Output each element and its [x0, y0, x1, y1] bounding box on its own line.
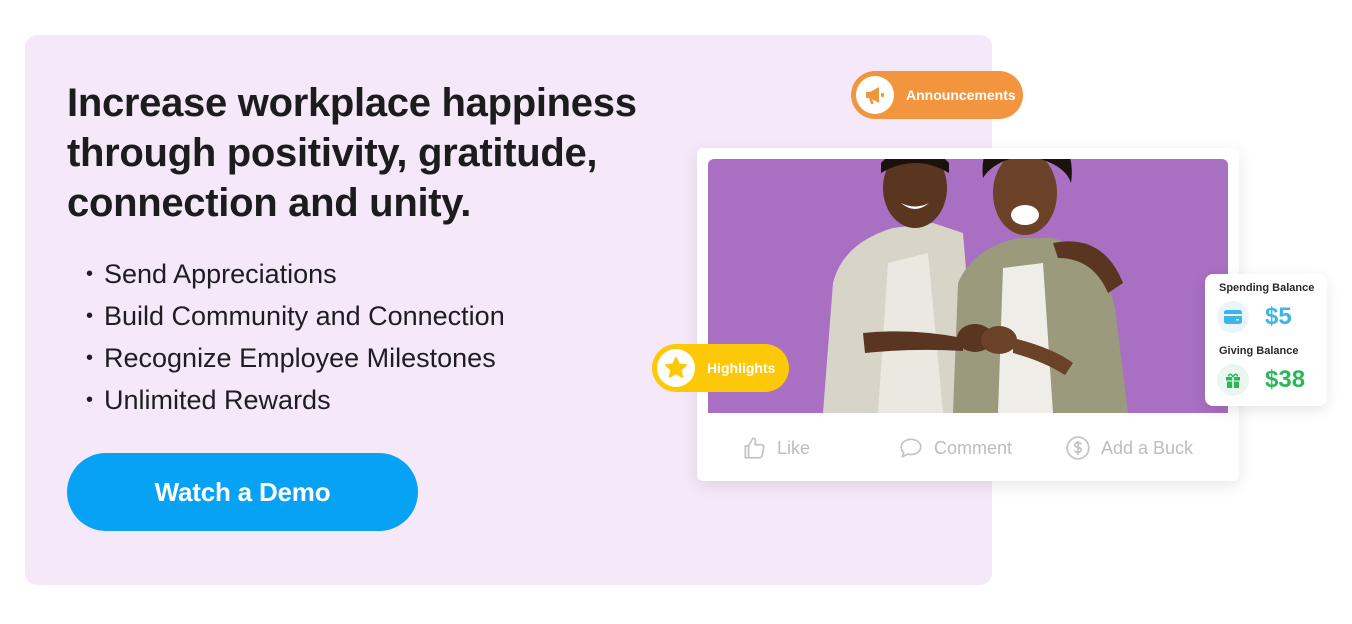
highlights-badge: Highlights: [652, 344, 789, 392]
feature-item: • Recognize Employee Milestones: [86, 337, 505, 379]
spending-balance-label: Spending Balance: [1219, 282, 1315, 294]
post-card: Like Comment Add a Buck: [697, 148, 1239, 481]
feature-label: Send Appreciations: [104, 259, 337, 289]
feature-item: • Unlimited Rewards: [86, 379, 505, 421]
announcements-label: Announcements: [906, 87, 1016, 103]
feature-label: Build Community and Connection: [104, 301, 505, 331]
balance-widget: Spending Balance $5 Giving Balance $38: [1205, 274, 1327, 406]
megaphone-icon: [866, 87, 884, 104]
hero-headline: Increase workplace happiness through pos…: [67, 81, 637, 225]
feature-label: Recognize Employee Milestones: [104, 343, 496, 373]
credit-card-icon: [1224, 310, 1242, 324]
giving-balance-label: Giving Balance: [1219, 345, 1299, 357]
badge-icon-circle: [657, 349, 695, 387]
bullet: •: [86, 389, 94, 411]
dollar-circle-icon: [1066, 436, 1090, 460]
comment-label: Comment: [934, 437, 1013, 458]
gift-icon: [1226, 373, 1240, 388]
spending-balance-amount: $5: [1265, 303, 1292, 330]
bullet: •: [86, 263, 94, 285]
feature-item: • Send Appreciations: [86, 253, 505, 295]
giving-icon-wrap: [1217, 364, 1249, 396]
announcements-badge: Announcements: [851, 71, 1023, 119]
add-a-buck-button[interactable]: Add a Buck: [1065, 435, 1193, 461]
like-button[interactable]: Like: [741, 435, 810, 461]
bullet: •: [86, 305, 94, 327]
feature-list: • Send Appreciations • Build Community and…: [86, 253, 505, 421]
comment-icon: [900, 438, 922, 458]
watch-demo-button[interactable]: Watch a Demo: [67, 453, 418, 531]
comment-button[interactable]: Comment: [898, 435, 1012, 461]
giving-balance-amount: $38: [1265, 366, 1306, 393]
feature-item: • Build Community and Connection: [86, 295, 505, 337]
post-actions: Like Comment Add a Buck: [697, 413, 1239, 481]
people-photo-illustration: [823, 159, 1128, 413]
feature-label: Unlimited Rewards: [104, 385, 331, 415]
thumbs-up-icon: [744, 437, 765, 459]
add-a-buck-label: Add a Buck: [1101, 437, 1194, 458]
spending-icon-wrap: [1217, 301, 1249, 333]
highlights-label: Highlights: [707, 360, 776, 376]
star-icon: [664, 356, 688, 378]
like-label: Like: [777, 437, 811, 458]
badge-icon-circle: [856, 76, 894, 114]
bullet: •: [86, 347, 94, 369]
